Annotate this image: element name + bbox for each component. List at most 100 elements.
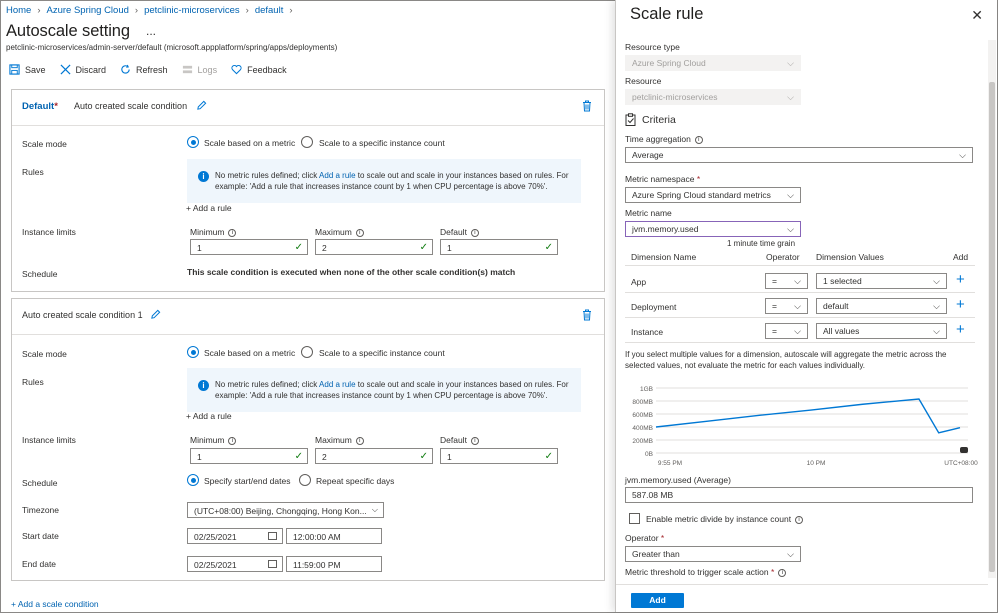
calendar-icon[interactable]: [268, 532, 277, 540]
info-icon: i: [355, 437, 364, 445]
radio-scale-count-label: Scale to a specific instance count: [319, 138, 445, 148]
close-icon: [60, 64, 71, 75]
dim-operator-dropdown[interactable]: = ⌵: [765, 323, 808, 339]
trash-icon[interactable]: [582, 100, 592, 112]
dim-row-name: Deployment: [631, 302, 677, 312]
dim-operator-dropdown[interactable]: = ⌵: [765, 298, 808, 314]
time-aggregation-label: Time aggregation i: [625, 134, 703, 144]
save-icon: [9, 64, 20, 75]
y-tick-label: 600MB: [632, 412, 653, 419]
calendar-icon[interactable]: [268, 560, 277, 568]
end-date-input[interactable]: 02/25/2021: [187, 556, 283, 572]
resource-label: Resource: [625, 76, 662, 86]
breadcrumb-home[interactable]: Home: [6, 5, 31, 16]
pencil-icon[interactable]: [196, 100, 207, 111]
instance-limits-label: Instance limits: [22, 435, 76, 445]
discard-button[interactable]: Discard: [60, 64, 106, 75]
add-dimension-icon[interactable]: +: [956, 322, 965, 337]
start-time-input[interactable]: 12:00:00 AM: [286, 528, 382, 544]
chevron-down-icon: ⌵: [787, 190, 794, 200]
close-button[interactable]: ✕: [971, 7, 983, 24]
metric-chart: 1GB 800MB 600MB 400MB 200MB 0B 9:55 PM 10 PM UTC…: [632, 386, 978, 467]
dim-values-dropdown[interactable]: default ⌵: [816, 298, 947, 314]
info-icon: i: [228, 437, 237, 445]
feedback-button[interactable]: Feedback: [231, 64, 287, 75]
dimension-note: If you select multiple values for a dime…: [625, 350, 947, 370]
add-rule-link[interactable]: + Add a rule: [186, 411, 232, 421]
scrollbar-thumb[interactable]: [989, 82, 995, 572]
end-time-input[interactable]: 11:59:00 PM: [286, 556, 382, 572]
default-input[interactable]: 1 ✓: [440, 239, 558, 255]
footer-divider: [616, 584, 988, 585]
logs-button[interactable]: Logs: [182, 64, 218, 75]
breadcrumb-default[interactable]: default: [255, 5, 284, 16]
radio-scale-count-label: Scale to a specific instance count: [319, 348, 445, 358]
info-icon: i: [694, 136, 703, 144]
add-rule-inline-link[interactable]: Add a rule: [319, 171, 355, 180]
dim-row-name: Instance: [631, 327, 664, 337]
dim-values-dropdown[interactable]: All values ⌵: [816, 323, 947, 339]
scale-condition-default: Default* Auto created scale condition Sc…: [11, 89, 605, 292]
add-scale-condition-link[interactable]: + Add a scale condition: [11, 599, 99, 609]
dim-operator-dropdown[interactable]: = ⌵: [765, 273, 808, 289]
breadcrumb-petclinic[interactable]: petclinic-microservices: [144, 5, 240, 16]
dim-row-name: App: [631, 277, 647, 287]
metric-name-label: Metric name: [625, 208, 672, 218]
checkmark-icon: ✓: [419, 242, 428, 253]
panel-scrollbar[interactable]: [988, 40, 996, 578]
resource-type-dropdown: Azure Spring Cloud ⌵: [625, 55, 801, 71]
pencil-icon[interactable]: [150, 309, 161, 320]
more-options-button[interactable]: ...: [146, 24, 156, 38]
metric-name-dropdown[interactable]: jvm.memory.used ⌵: [625, 221, 801, 237]
chevron-down-icon: ⌵: [794, 326, 801, 336]
radio-scale-metric[interactable]: [187, 136, 199, 148]
default-label: Default i: [440, 435, 479, 445]
dim-header-operator: Operator: [766, 252, 800, 262]
dim-header-add: Add: [953, 252, 969, 262]
info-icon: i: [778, 569, 787, 577]
maximum-input[interactable]: 2 ✓: [315, 239, 433, 255]
panel-title: Scale rule: [630, 5, 704, 23]
logs-label: Logs: [197, 64, 218, 75]
default-tab[interactable]: Default*: [22, 101, 58, 112]
series-line: [655, 398, 961, 434]
default-input[interactable]: 1 ✓: [440, 448, 558, 464]
metric-summary-value: 587.08 MB: [625, 487, 973, 503]
trash-icon[interactable]: [582, 309, 592, 321]
add-rule-link[interactable]: + Add a rule: [186, 203, 232, 213]
add-dimension-icon[interactable]: +: [956, 272, 965, 287]
add-button[interactable]: Add: [631, 593, 684, 608]
info-icon: i: [355, 229, 364, 237]
radio-scale-count[interactable]: [301, 136, 313, 148]
metric-namespace-label: Metric namespace *: [625, 174, 701, 184]
add-dimension-icon[interactable]: +: [956, 297, 965, 312]
refresh-button[interactable]: Refresh: [120, 64, 168, 75]
chevron-down-icon: ⌵: [794, 276, 801, 286]
y-tick-label: 800MB: [632, 399, 653, 406]
radio-specify-dates[interactable]: [187, 474, 199, 486]
y-tick-label: 400MB: [632, 425, 653, 432]
minimum-input[interactable]: 1 ✓: [190, 448, 308, 464]
divide-checkbox[interactable]: [629, 513, 640, 524]
start-date-input[interactable]: 02/25/2021: [187, 528, 283, 544]
radio-repeat-days[interactable]: [299, 474, 311, 486]
minimum-label: Minimum i: [190, 227, 237, 237]
radio-scale-metric[interactable]: [187, 346, 199, 358]
metric-namespace-dropdown[interactable]: Azure Spring Cloud standard metrics ⌵: [625, 187, 801, 203]
add-rule-inline-link[interactable]: Add a rule: [319, 380, 355, 389]
operator-dropdown[interactable]: Greater than ⌵: [625, 546, 801, 562]
maximum-input[interactable]: 2 ✓: [315, 448, 433, 464]
breadcrumb-spring-cloud[interactable]: Azure Spring Cloud: [47, 5, 129, 16]
radio-scale-count[interactable]: [301, 346, 313, 358]
chevron-down-icon: ⌵: [787, 224, 794, 234]
checkmark-icon: ✓: [544, 451, 553, 462]
condition-name: Auto created scale condition 1: [22, 310, 143, 320]
time-aggregation-dropdown[interactable]: Average ⌵: [625, 147, 973, 163]
info-icon: i: [795, 516, 804, 524]
timezone-dropdown[interactable]: (UTC+08:00) Beijing, Chongqing, Hong Kon…: [187, 502, 384, 518]
dim-values-dropdown[interactable]: 1 selected ⌵: [816, 273, 947, 289]
minimum-input[interactable]: 1 ✓: [190, 239, 308, 255]
scale-rule-panel: Scale rule ✕ Resource type Azure Spring …: [615, 0, 997, 612]
save-button[interactable]: Save: [9, 64, 46, 75]
scale-mode-label: Scale mode: [22, 139, 67, 149]
